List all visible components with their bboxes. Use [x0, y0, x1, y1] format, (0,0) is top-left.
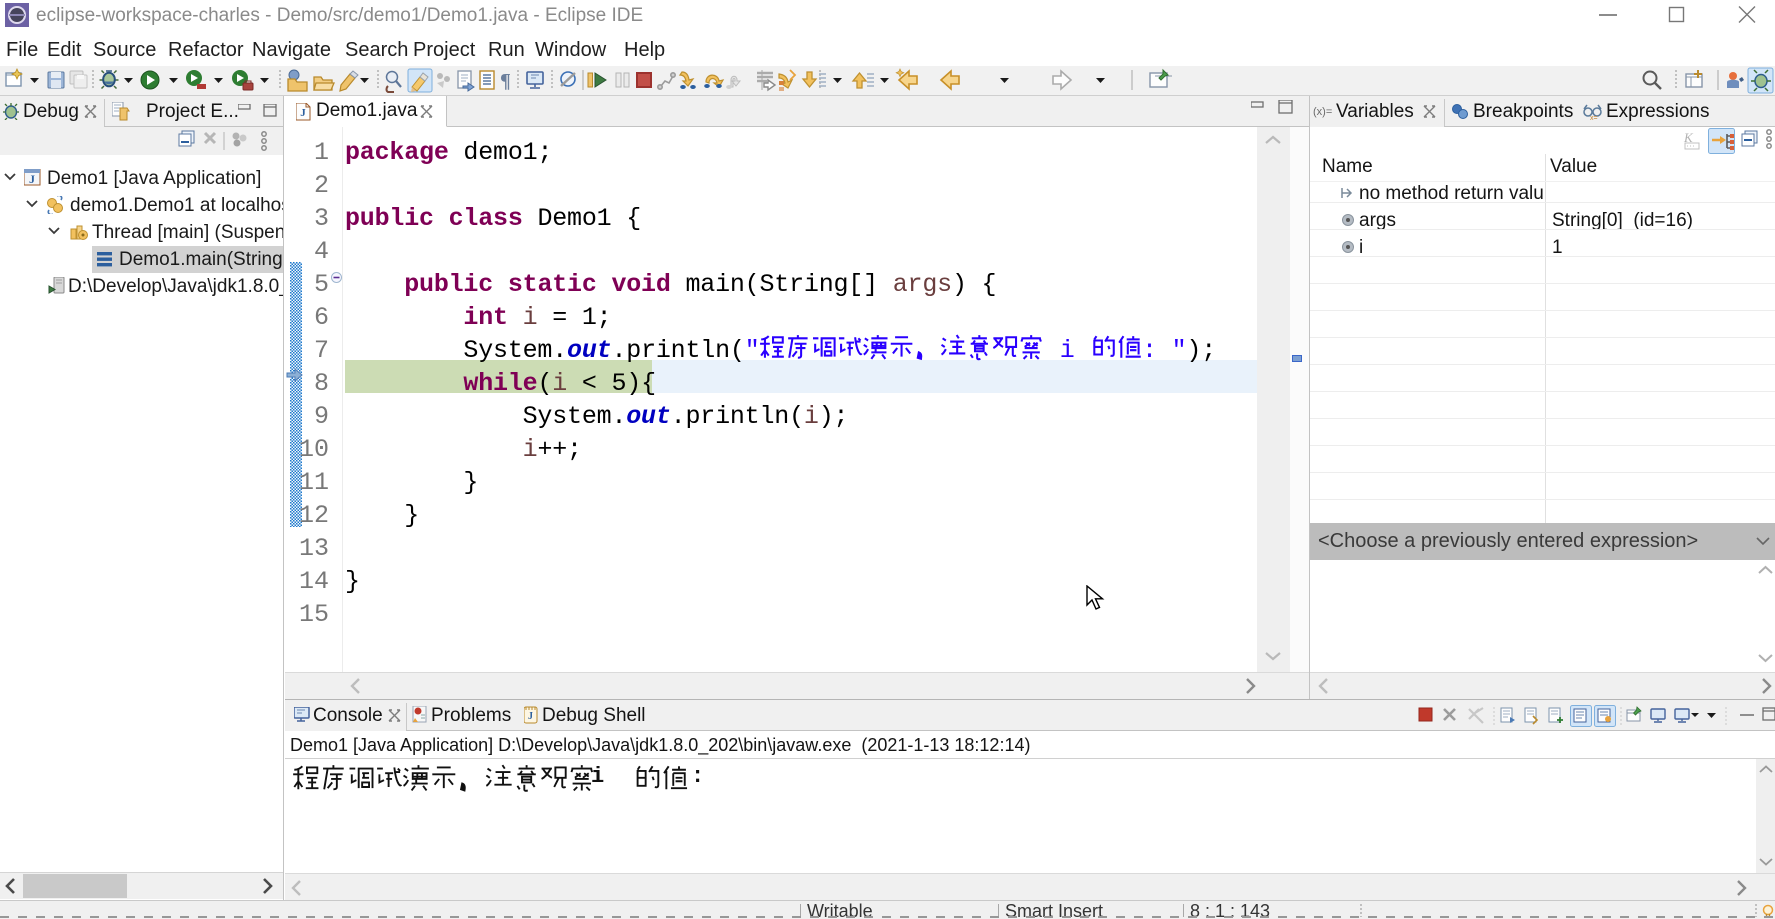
svg-text:J: J — [300, 107, 306, 119]
svg-text:J: J — [528, 711, 533, 722]
svg-text:(x)=: (x)= — [1313, 106, 1332, 118]
svg-text:J: J — [29, 172, 35, 186]
svg-text:x=: x= — [1590, 115, 1598, 120]
svg-text:¶: ¶ — [500, 70, 511, 92]
